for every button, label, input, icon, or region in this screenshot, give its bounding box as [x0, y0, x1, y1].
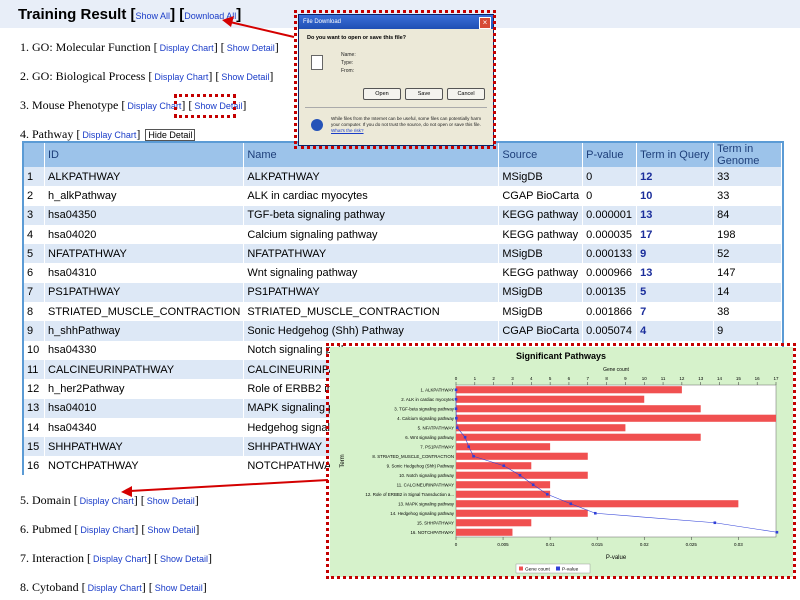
arrow-domain-to-chart [121, 479, 329, 497]
annotation-arrows [121, 16, 329, 497]
arrow-download-to-dialog [222, 16, 295, 38]
